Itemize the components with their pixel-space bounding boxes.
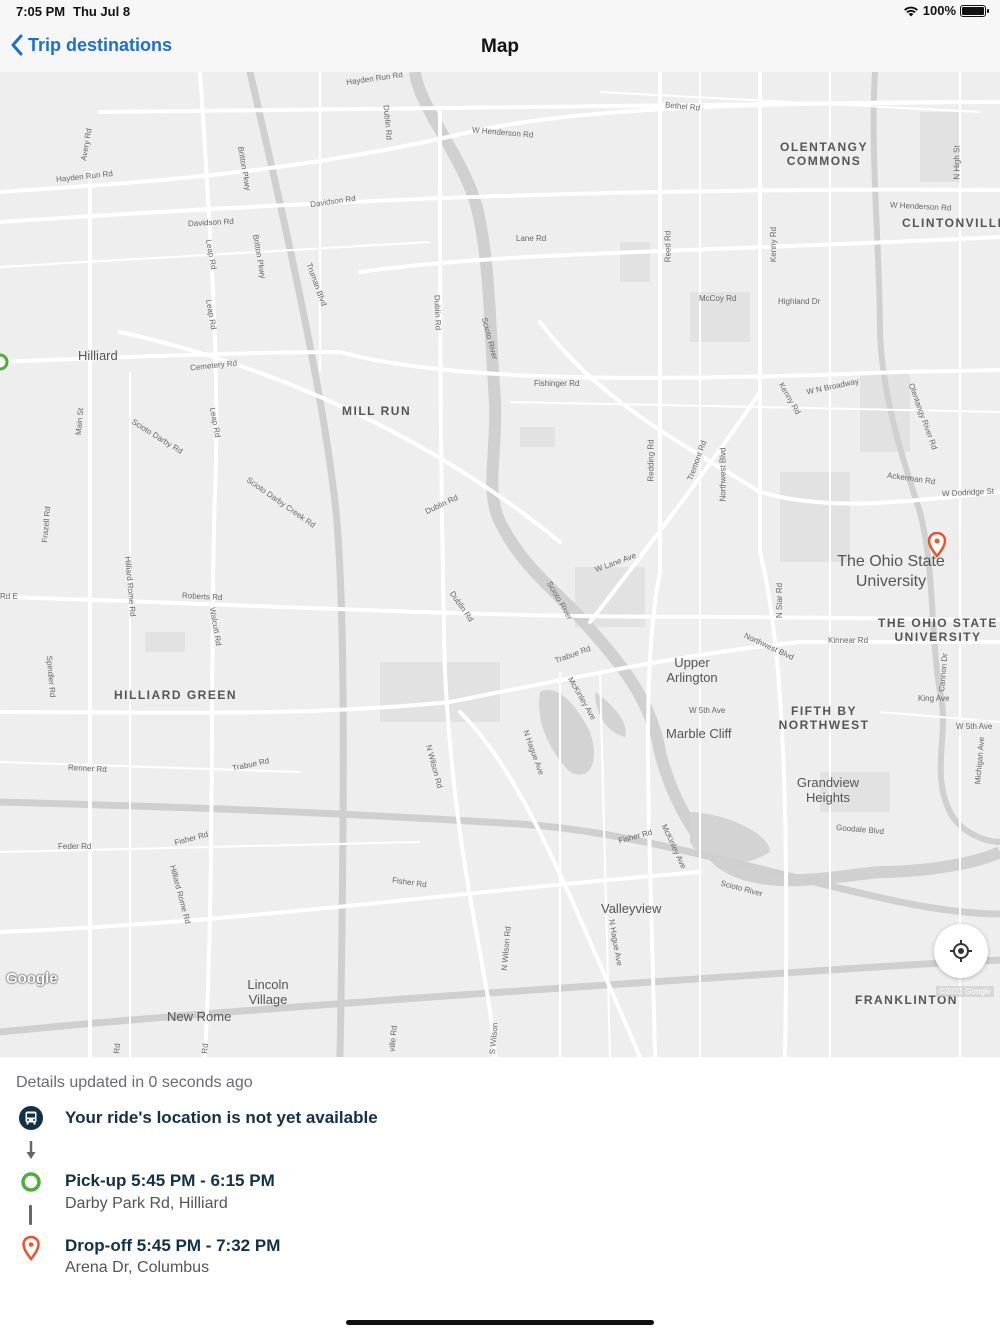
nav-bar: Trip destinations Map	[0, 24, 1000, 72]
map-label-place: Hilliard	[78, 348, 118, 363]
map-road-label: Rd E	[0, 592, 18, 601]
crosshair-icon	[950, 940, 972, 962]
map-label-neighborhood: THE OHIO STATE UNIVERSITY	[878, 616, 998, 644]
status-right: 100%	[903, 3, 989, 18]
map-road-label: Rd	[112, 1043, 123, 1054]
status-date: Thu Jul 8	[73, 4, 131, 19]
map-road-label: Northwest Blvd	[718, 447, 728, 502]
map-road-label: W 5th Ave	[689, 706, 726, 715]
battery-icon	[960, 4, 989, 17]
trip-details-panel: Details updated in 0 seconds ago Your ri…	[0, 1057, 1000, 1334]
google-logo: Google	[6, 970, 58, 987]
status-time: 7:05 PM	[16, 4, 66, 19]
map-label-neighborhood: FIFTH BY NORTHWEST	[778, 704, 870, 732]
map-road-label: Dublin Rd	[432, 294, 443, 331]
map-label-place: Lincoln Village	[247, 977, 289, 1007]
bus-icon	[18, 1105, 44, 1131]
map-label-neighborhood: MILL RUN	[342, 404, 412, 418]
map-road-label: Redding Rd	[646, 439, 656, 482]
wifi-icon	[903, 6, 918, 16]
map-label-neighborhood: CLINTONVILLE	[902, 216, 1000, 230]
map-label-neighborhood: HILLIARD GREEN	[114, 688, 237, 702]
dropoff-pin-icon	[18, 1235, 44, 1261]
page-title: Map	[481, 36, 519, 57]
battery-percent: 100%	[922, 3, 956, 18]
map-road-label: Reed Rd	[663, 230, 673, 263]
map-view[interactable]: OLENTANGY COMMONS CLINTONVILLE MILL RUN …	[0, 72, 1000, 1057]
map-label-place: Valleyview	[601, 901, 662, 916]
map-road-label: Highland Dr	[778, 297, 821, 306]
route-connector	[29, 1205, 32, 1225]
status-bar: 7:05 PM Thu Jul 8 100%	[0, 0, 1000, 24]
map-road-label: N Star Rd	[775, 582, 785, 619]
map-copyright: ©2021 Google	[936, 986, 994, 997]
map-label-neighborhood: OLENTANGY COMMONS	[780, 140, 868, 168]
map-road-label: Lane Rd	[516, 234, 547, 243]
map-road-label: Feder Rd	[58, 842, 92, 851]
pickup-circle-icon	[18, 1169, 44, 1195]
map-road-label: N High St	[952, 145, 962, 180]
map-label-place: New Rome	[167, 1009, 232, 1024]
dropoff-map-marker[interactable]	[927, 532, 947, 558]
pickup-address: Darby Park Rd, Hilliard	[65, 1195, 228, 1212]
map-label-place: Upper Arlington	[666, 655, 718, 685]
home-indicator[interactable]	[346, 1320, 654, 1325]
map-label-place: Grandview Heights	[796, 775, 860, 805]
ride-status-text: Your ride's location is not yet availabl…	[65, 1108, 378, 1127]
recenter-button[interactable]	[934, 924, 988, 978]
map-road-label: W 5th Ave	[956, 722, 993, 731]
map-road-label: Kinnear Rd	[828, 636, 869, 645]
dropoff-title: Drop-off 5:45 PM - 7:32 PM	[65, 1236, 281, 1255]
map-road-label: King Ave	[918, 694, 950, 703]
map-label-place: Marble Cliff	[666, 726, 732, 741]
arrow-down-icon	[26, 1141, 36, 1159]
details-updated-text: Details updated in 0 seconds ago	[16, 1074, 253, 1091]
map-road-label: Rd	[200, 1043, 211, 1054]
map-label-destination: The Ohio State University	[837, 553, 945, 590]
pickup-title: Pick-up 5:45 PM - 6:15 PM	[65, 1171, 275, 1190]
dropoff-address: Arena Dr, Columbus	[65, 1259, 210, 1276]
map-road-label: McCoy Rd	[699, 294, 737, 303]
map-road-label: Fishinger Rd	[534, 379, 580, 388]
map-road-label: Kenny Rd	[769, 226, 779, 263]
